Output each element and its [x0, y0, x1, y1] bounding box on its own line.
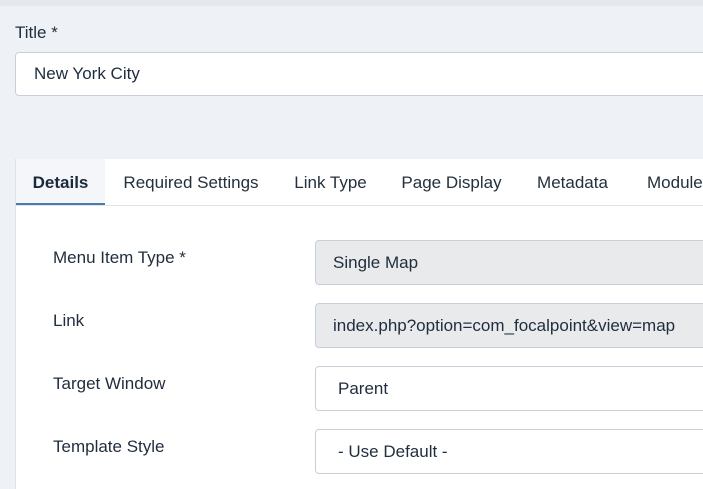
template-style-select[interactable]: - Use Default -	[315, 429, 703, 474]
tab-metadata[interactable]: Metadata	[519, 159, 626, 205]
title-label: Title *	[15, 23, 58, 42]
top-strip	[0, 0, 703, 6]
target-window-label: Target Window	[53, 374, 166, 393]
menu-item-type-label: Menu Item Type *	[53, 248, 186, 267]
title-input[interactable]: New York City	[15, 52, 703, 96]
menu-item-type-field: Single Map	[315, 240, 703, 285]
tab-bar: Details Required Settings Link Type Page…	[16, 159, 703, 206]
target-window-select[interactable]: Parent	[315, 366, 703, 411]
tab-page-display[interactable]: Page Display	[384, 159, 519, 205]
tabs-panel: Details Required Settings Link Type Page…	[15, 159, 703, 489]
template-style-label: Template Style	[53, 437, 165, 456]
tab-module[interactable]: Module	[626, 159, 703, 205]
tab-required-settings[interactable]: Required Settings	[105, 159, 277, 205]
link-field: index.php?option=com_focalpoint&view=map	[315, 303, 703, 348]
tab-link-type[interactable]: Link Type	[277, 159, 384, 205]
tab-details[interactable]: Details	[16, 159, 105, 205]
link-label: Link	[53, 311, 85, 330]
